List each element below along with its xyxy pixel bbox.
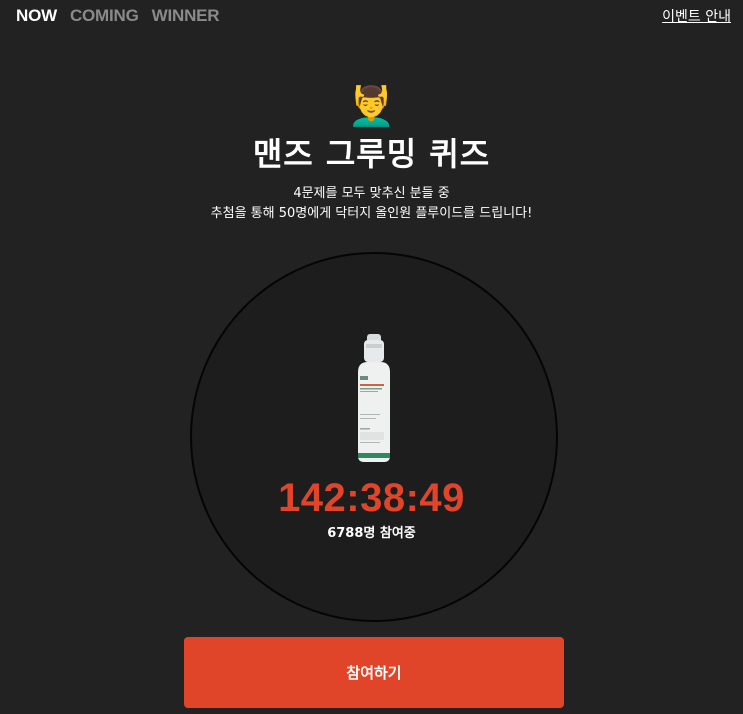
fluid-bottle-image <box>358 334 390 462</box>
description-line-1: 4문제를 모두 맞추신 분들 중 <box>293 186 450 201</box>
countdown-timer: 142:38:49 <box>278 476 465 520</box>
tab-coming[interactable]: COMING <box>70 6 139 26</box>
quiz-title: 맨즈 그루밍 퀴즈 <box>252 135 491 173</box>
participant-count: 6788명 참여중 <box>327 526 416 541</box>
description-line-2: 추첨을 통해 50명에게 닥터지 올인원 플루이드를 드립니다! <box>210 206 533 221</box>
tab-winner[interactable]: WINNER <box>152 6 220 26</box>
quiz-description: 4문제를 모두 맞추신 분들 중 추첨을 통해 50명에게 닥터지 올인원 플루… <box>0 184 743 224</box>
tab-now[interactable]: NOW <box>16 6 57 26</box>
tab-bar: NOW COMING WINNER <box>16 6 220 26</box>
event-guide-link[interactable]: 이벤트 안내 <box>662 6 731 26</box>
massage-emoji-icon: 💆‍♂️ <box>347 84 396 128</box>
participate-button[interactable]: 참여하기 <box>184 637 564 708</box>
